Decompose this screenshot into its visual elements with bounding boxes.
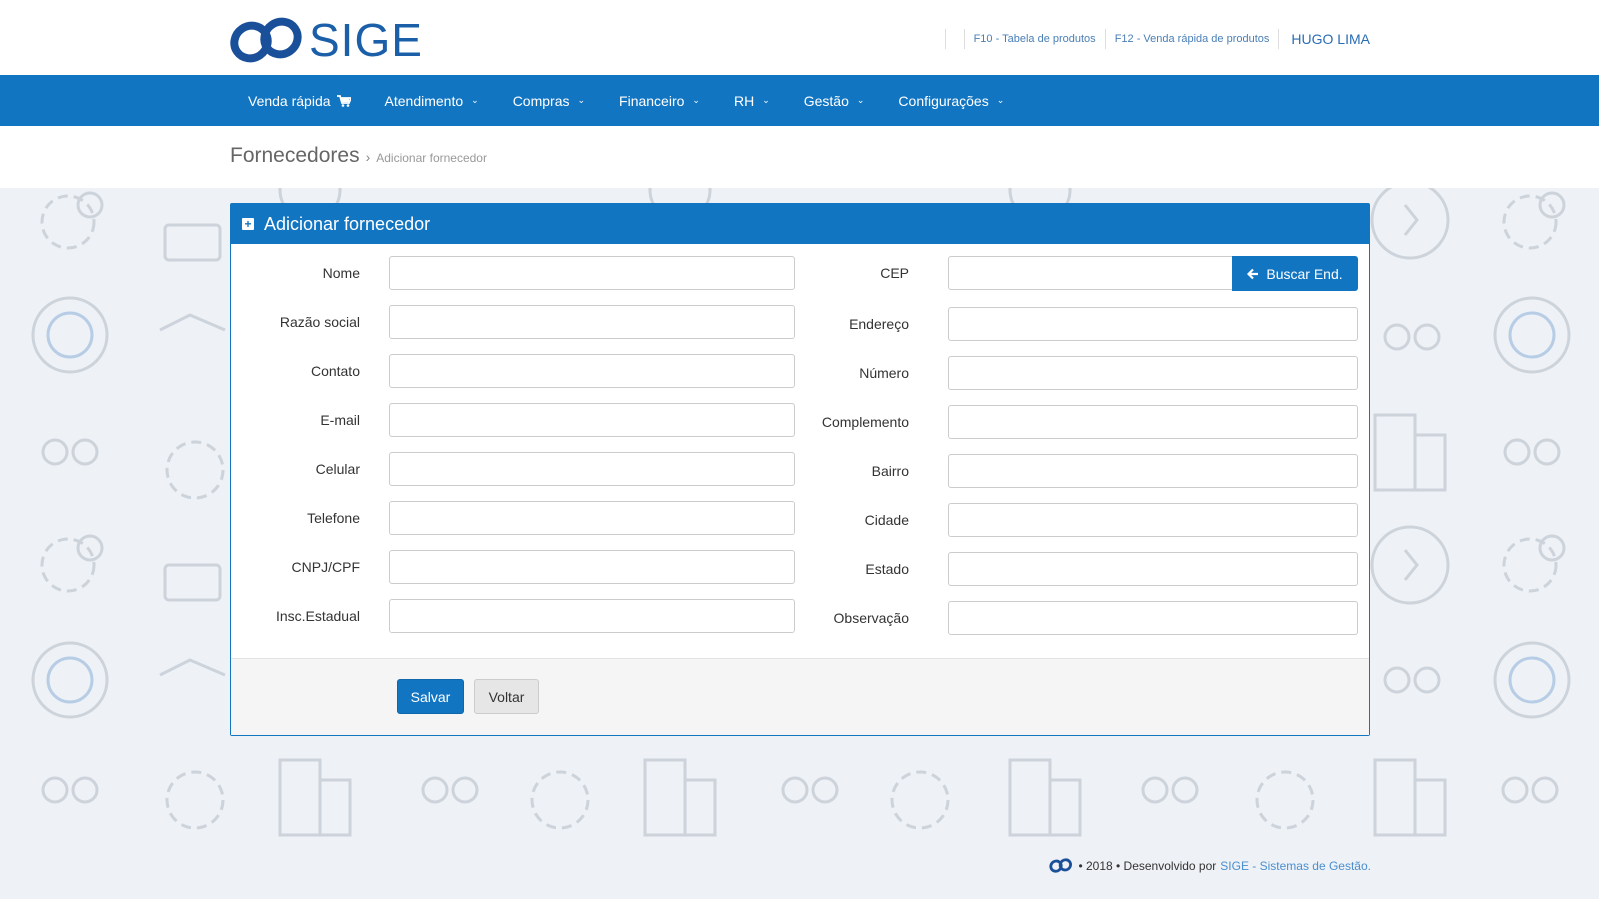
- nav-atendimento[interactable]: Atendimento ⌄: [368, 75, 496, 126]
- label-cnpj-cpf: CNPJ/CPF: [291, 559, 360, 575]
- label-complemento: Complemento: [821, 414, 909, 430]
- email-input[interactable]: [389, 403, 795, 437]
- breadcrumb: Fornecedores › Adicionar fornecedor: [230, 144, 487, 168]
- save-button[interactable]: Salvar: [397, 679, 464, 714]
- top-header: SIGE F10 - Tabela de produtos F12 - Vend…: [0, 0, 1599, 75]
- top-links: F10 - Tabela de produtos F12 - Venda ráp…: [936, 28, 1370, 50]
- buscar-endereco-button[interactable]: Buscar End.: [1232, 256, 1358, 291]
- nav-financeiro[interactable]: Financeiro ⌄: [602, 75, 717, 126]
- logo-text: SIGE: [309, 14, 423, 66]
- breadcrumb-fornecedores[interactable]: Fornecedores: [230, 144, 360, 168]
- sige-logo[interactable]: SIGE: [229, 15, 423, 65]
- cep-input[interactable]: [948, 256, 1233, 290]
- arrow-left-icon: [1247, 268, 1259, 279]
- panel-footer: Salvar Voltar: [231, 658, 1369, 735]
- complemento-input[interactable]: [948, 405, 1358, 439]
- panel-title: Adicionar fornecedor: [264, 213, 431, 234]
- label-razao-social: Razão social: [279, 314, 360, 330]
- back-button[interactable]: Voltar: [474, 679, 539, 714]
- infinity-logo-icon: [1049, 858, 1073, 873]
- chevron-down-icon: ⌄: [762, 95, 770, 105]
- nav-rh[interactable]: RH ⌄: [717, 75, 787, 126]
- contato-input[interactable]: [389, 354, 795, 388]
- nav-label: Financeiro: [619, 92, 685, 109]
- label-endereco: Endereço: [849, 316, 909, 332]
- observacao-input[interactable]: [948, 601, 1358, 635]
- breadcrumb-bar: Fornecedores › Adicionar fornecedor: [0, 126, 1599, 188]
- chevron-down-icon: ⌄: [692, 95, 700, 105]
- label-bairro: Bairro: [871, 463, 909, 479]
- footer-sige-link[interactable]: SIGE - Sistemas de Gestão.: [1220, 859, 1371, 873]
- footer-text: • 2018 • Desenvolvido por: [1078, 858, 1217, 873]
- divider: [963, 29, 965, 49]
- chevron-down-icon: ⌄: [471, 95, 479, 105]
- nav-configuracoes[interactable]: Configurações ⌄: [881, 75, 1021, 126]
- divider: [1278, 29, 1280, 49]
- chevron-down-icon: ⌄: [577, 95, 586, 105]
- label-numero: Número: [859, 365, 909, 381]
- breadcrumb-separator: ›: [365, 149, 371, 165]
- label-estado: Estado: [865, 561, 909, 577]
- cart-icon: [336, 94, 351, 107]
- buscar-label: Buscar End.: [1266, 265, 1343, 282]
- estado-input[interactable]: [948, 552, 1358, 586]
- panel-header: + Adicionar fornecedor: [231, 204, 1369, 244]
- label-telefone: Telefone: [307, 510, 360, 526]
- nome-input[interactable]: [389, 256, 795, 290]
- f10-product-table-link[interactable]: F10 - Tabela de produtos: [974, 33, 1096, 45]
- divider: [1104, 29, 1106, 49]
- nav-label: Compras: [512, 92, 570, 109]
- telefone-input[interactable]: [389, 501, 795, 535]
- main-navbar: Venda rápida Atendimento ⌄ Compras ⌄ Fin…: [0, 75, 1599, 126]
- breadcrumb-current: Adicionar fornecedor: [376, 151, 487, 165]
- f12-quick-sale-link[interactable]: F12 - Venda rápida de produtos: [1115, 33, 1270, 45]
- cnpj-cpf-input[interactable]: [389, 550, 795, 584]
- label-nome: Nome: [322, 265, 360, 281]
- nav-compras[interactable]: Compras ⌄: [496, 75, 602, 126]
- user-menu[interactable]: HUGO LIMA: [1291, 31, 1370, 47]
- nav-label: RH: [733, 92, 755, 109]
- celular-input[interactable]: [389, 452, 795, 486]
- numero-input[interactable]: [948, 356, 1358, 390]
- divider: [944, 29, 946, 49]
- insc-estadual-input[interactable]: [389, 599, 795, 633]
- add-supplier-panel: + Adicionar fornecedor Nome Razão social…: [230, 203, 1370, 736]
- label-celular: Celular: [315, 461, 360, 477]
- bairro-input[interactable]: [948, 454, 1358, 488]
- plus-square-icon: +: [242, 218, 254, 230]
- nav-label: Atendimento: [384, 92, 464, 109]
- label-cep: CEP: [880, 265, 909, 281]
- label-email: E-mail: [320, 412, 360, 428]
- nav-venda-rapida[interactable]: Venda rápida: [231, 75, 368, 126]
- nav-label: Configurações: [898, 92, 989, 109]
- chevron-down-icon: ⌄: [996, 95, 1005, 105]
- label-cidade: Cidade: [864, 512, 909, 528]
- infinity-logo-icon: [230, 17, 302, 63]
- nav-gestao[interactable]: Gestão ⌄: [787, 75, 882, 126]
- label-insc-estadual: Insc.Estadual: [275, 608, 360, 624]
- nav-label: Venda rápida: [248, 92, 331, 109]
- nav-label: Gestão: [803, 92, 849, 109]
- page-footer: • 2018 • Desenvolvido por SIGE - Sistema…: [1048, 858, 1371, 873]
- chevron-down-icon: ⌄: [856, 95, 865, 105]
- label-observacao: Observação: [833, 610, 909, 626]
- cidade-input[interactable]: [948, 503, 1358, 537]
- razao-social-input[interactable]: [389, 305, 795, 339]
- endereco-input[interactable]: [948, 307, 1358, 341]
- label-contato: Contato: [310, 363, 360, 379]
